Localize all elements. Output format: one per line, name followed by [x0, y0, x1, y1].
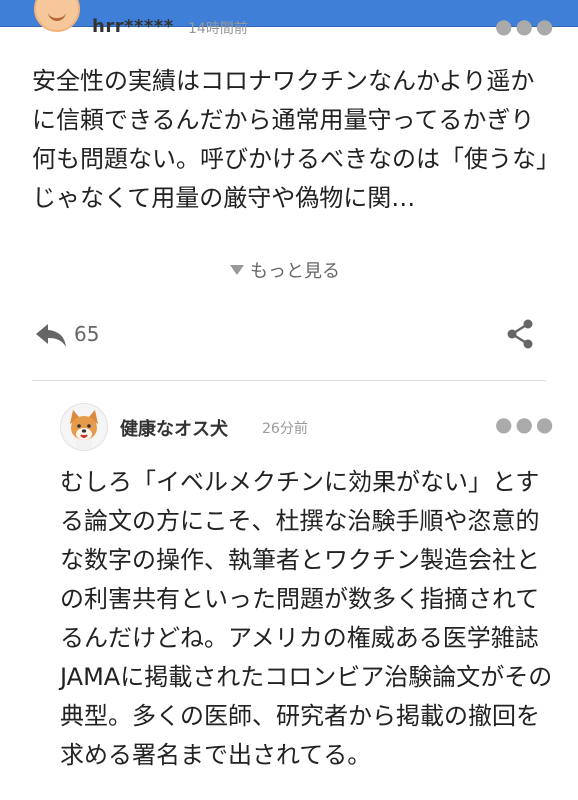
comment-timestamp: 26分前 [262, 421, 308, 437]
comment-username[interactable]: hrr***** [92, 16, 174, 37]
see-more-button[interactable]: もっと見る [230, 257, 340, 283]
user-avatar[interactable] [34, 0, 80, 32]
see-more-label: もっと見る [250, 261, 340, 282]
comment-header: hrr***** 14時間前 ●●● [0, 0, 578, 50]
share-icon[interactable] [505, 318, 535, 350]
comment-timestamp: 14時間前 [188, 21, 248, 37]
reply-count: 65 [74, 322, 100, 346]
comment-text: むしろ「イベルメクチンに効果がない」とする論文の方にこそ、杜撰な治験手順や恣意的… [60, 468, 553, 769]
more-options-icon[interactable]: ●●● [495, 412, 556, 436]
more-options-icon[interactable]: ●●● [495, 14, 556, 38]
comment-divider [32, 380, 546, 381]
triangle-down-icon [230, 265, 244, 275]
comment-username[interactable]: 健康なオス犬 [120, 415, 228, 441]
reply-arrow-icon[interactable] [34, 318, 68, 352]
comment-text: 安全性の実績はコロナワクチンなんかより遥かに信頼できるんだから通常用量守ってるか… [32, 67, 548, 212]
dog-avatar-icon[interactable] [60, 403, 108, 451]
